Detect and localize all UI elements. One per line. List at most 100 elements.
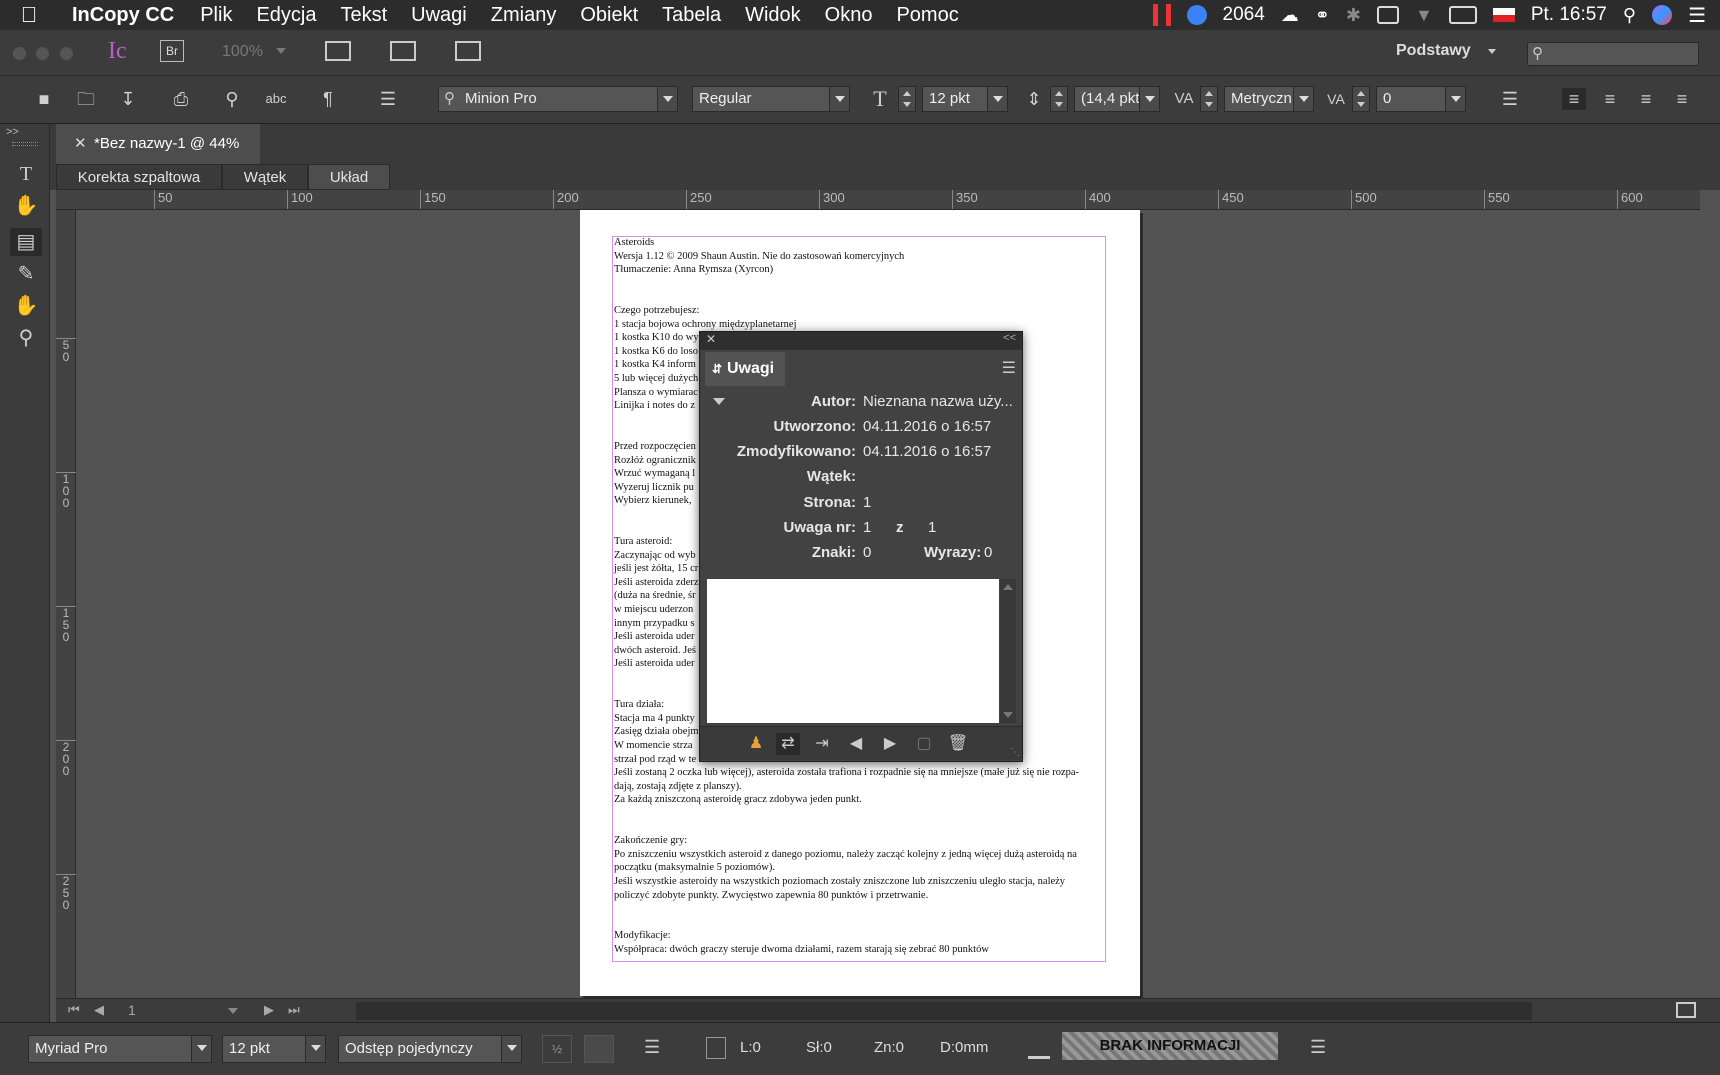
notes-panel-tab[interactable]: ⇵ Uwagi	[705, 352, 785, 386]
tab-layout-view[interactable]: Układ	[308, 164, 390, 190]
note-text-area[interactable]	[707, 579, 999, 723]
menu-uwagi[interactable]: Uwagi	[399, 4, 479, 27]
font-style-dropdown-icon[interactable]	[829, 87, 849, 111]
apple-menu-icon[interactable]: 	[0, 2, 58, 28]
kerning-stepper[interactable]	[1200, 86, 1218, 112]
status-menu-icon[interactable]: ☰	[1310, 1037, 1326, 1058]
collapse-panel-icon[interactable]: <<	[1003, 332, 1016, 344]
status-count[interactable]: 2064	[1223, 4, 1265, 26]
last-page-icon[interactable]: ⏭	[288, 1002, 300, 1018]
tab-galley-view[interactable]: Korekta szpaltowa	[56, 164, 222, 190]
tracking-dropdown-icon[interactable]	[1445, 87, 1465, 111]
menu-edycja[interactable]: Edycja	[244, 4, 328, 27]
previous-page-icon[interactable]: ◀	[94, 1002, 104, 1018]
tracking-field[interactable]: 0	[1376, 86, 1466, 112]
collapse-panel-icon[interactable]: >>	[6, 126, 19, 138]
first-page-icon[interactable]: ⏮	[68, 1002, 80, 1018]
line-spacing-dropdown-icon[interactable]	[501, 1036, 521, 1062]
menu-tekst[interactable]: Tekst	[328, 4, 399, 27]
close-document-icon[interactable]: ✕	[74, 124, 87, 164]
panel-menu-icon[interactable]: ☰	[376, 88, 400, 110]
pause-icon[interactable]	[1152, 4, 1171, 26]
input-source-flag-icon[interactable]	[1492, 8, 1515, 22]
font-family-dropdown-icon[interactable]	[657, 87, 677, 111]
app-name-menu[interactable]: InCopy CC	[58, 4, 188, 27]
cloud-sync-icon[interactable]: ⚭	[1315, 5, 1330, 26]
workspace-switcher[interactable]: Podstawy	[1396, 42, 1471, 60]
kerning-field[interactable]: Metryczn	[1224, 86, 1314, 112]
line-numbers-icon[interactable]	[584, 1035, 614, 1063]
scroll-down-icon[interactable]	[1003, 712, 1013, 718]
leading-stepper[interactable]	[1050, 86, 1068, 112]
convert-note-icon[interactable]: ⇄	[776, 733, 800, 755]
font-size-field[interactable]: 12 pkt	[922, 86, 1008, 112]
new-note-icon[interactable]: ▢	[912, 733, 936, 755]
menu-obiekt[interactable]: Obiekt	[568, 4, 650, 27]
galley-font-field[interactable]: Myriad Pro	[28, 1035, 212, 1063]
justify-icon[interactable]: ≡	[1670, 88, 1694, 110]
type-tool-icon[interactable]: T	[10, 160, 42, 188]
next-note-icon[interactable]: ▶	[878, 733, 902, 755]
zoom-level[interactable]: 100%	[222, 43, 263, 61]
align-center-icon[interactable]: ≡	[1598, 88, 1622, 110]
zoom-dropdown-icon[interactable]	[276, 48, 286, 54]
close-panel-icon[interactable]: ✕	[706, 332, 716, 346]
menu-plik[interactable]: Plik	[188, 4, 244, 27]
battery-icon[interactable]	[1448, 6, 1477, 24]
save-icon[interactable]: ↧	[116, 88, 140, 110]
help-search-input[interactable]: ⚲	[1527, 42, 1699, 66]
hand-tool-icon[interactable]: ✋	[10, 292, 42, 320]
resize-grip-icon[interactable]: ⋱	[1010, 747, 1020, 758]
window-zoom-button[interactable]	[60, 47, 73, 60]
panel-options-menu-icon[interactable]: ☰	[1002, 358, 1016, 378]
show-hidden-characters-icon[interactable]: ¶	[316, 88, 340, 110]
line-spacing-field[interactable]: Odstęp pojedynczy	[338, 1035, 522, 1063]
page-number-field[interactable]: 1	[128, 1002, 136, 1018]
page-dropdown-icon[interactable]	[228, 1008, 238, 1014]
leading-dropdown-icon[interactable]	[1139, 87, 1159, 111]
creative-cloud-icon[interactable]: ☁	[1281, 5, 1299, 26]
document-tab[interactable]: ✕ *Bez nazwy-1 @ 44%	[56, 124, 260, 164]
position-tool-icon[interactable]: ✋	[10, 192, 42, 220]
font-style-field[interactable]: Regular	[692, 86, 850, 112]
menu-widok[interactable]: Widok	[733, 4, 813, 27]
menu-tabela[interactable]: Tabela	[650, 4, 733, 27]
eyedropper-tool-icon[interactable]: ✎	[10, 260, 42, 288]
arrange-documents-icon[interactable]	[455, 41, 481, 61]
font-family-field[interactable]: ⚲ Minion Pro	[438, 86, 678, 112]
bluetooth-icon[interactable]: ✱	[1346, 5, 1361, 26]
character-panel-menu-icon[interactable]: ☰	[1498, 88, 1522, 110]
spotlight-search-icon[interactable]: ⚲	[1623, 5, 1636, 26]
horizontal-scrollbar[interactable]	[356, 1002, 1532, 1020]
font-size-stepper[interactable]	[898, 86, 916, 112]
window-minimize-button[interactable]	[36, 47, 49, 60]
user-icon[interactable]: ♟	[744, 733, 768, 755]
new-document-icon[interactable]: ■	[32, 88, 56, 110]
open-folder-icon[interactable]: 🗀	[74, 88, 98, 110]
leading-field[interactable]: (14,4 pkt	[1074, 86, 1160, 112]
wifi-icon[interactable]: ▼	[1415, 5, 1433, 26]
zoom-tool-icon[interactable]: ⚲	[10, 324, 42, 352]
menu-pomoc[interactable]: Pomoc	[884, 4, 970, 27]
workspace-dropdown-icon[interactable]	[1488, 49, 1496, 54]
split-note-icon[interactable]: ⇥	[810, 733, 834, 755]
galley-size-field[interactable]: 12 pkt	[222, 1035, 326, 1063]
scroll-up-icon[interactable]	[1003, 584, 1013, 590]
note-tool-icon[interactable]: ▤	[10, 228, 42, 256]
bridge-icon[interactable]: Br	[160, 40, 184, 62]
next-page-icon[interactable]: ▶	[264, 1002, 274, 1018]
clock[interactable]: Pt. 16:57	[1531, 4, 1607, 26]
notification-center-icon[interactable]: ☰	[1688, 3, 1706, 28]
window-close-button[interactable]	[13, 47, 26, 60]
previous-note-icon[interactable]: ◀	[844, 733, 868, 755]
galley-menu-icon[interactable]: ☰	[644, 1037, 660, 1058]
find-icon[interactable]: ⚲	[220, 88, 244, 110]
notification-badge-icon[interactable]	[1186, 5, 1207, 25]
delete-note-icon[interactable]: 🗑	[946, 733, 970, 755]
note-scrollbar[interactable]	[1000, 579, 1016, 723]
tracking-stepper[interactable]	[1352, 86, 1370, 112]
panel-title-bar[interactable]: ✕ <<	[700, 332, 1022, 350]
siri-icon[interactable]	[1652, 5, 1673, 25]
view-options-icon[interactable]	[325, 41, 351, 61]
galley-size-dropdown-icon[interactable]	[305, 1036, 325, 1062]
